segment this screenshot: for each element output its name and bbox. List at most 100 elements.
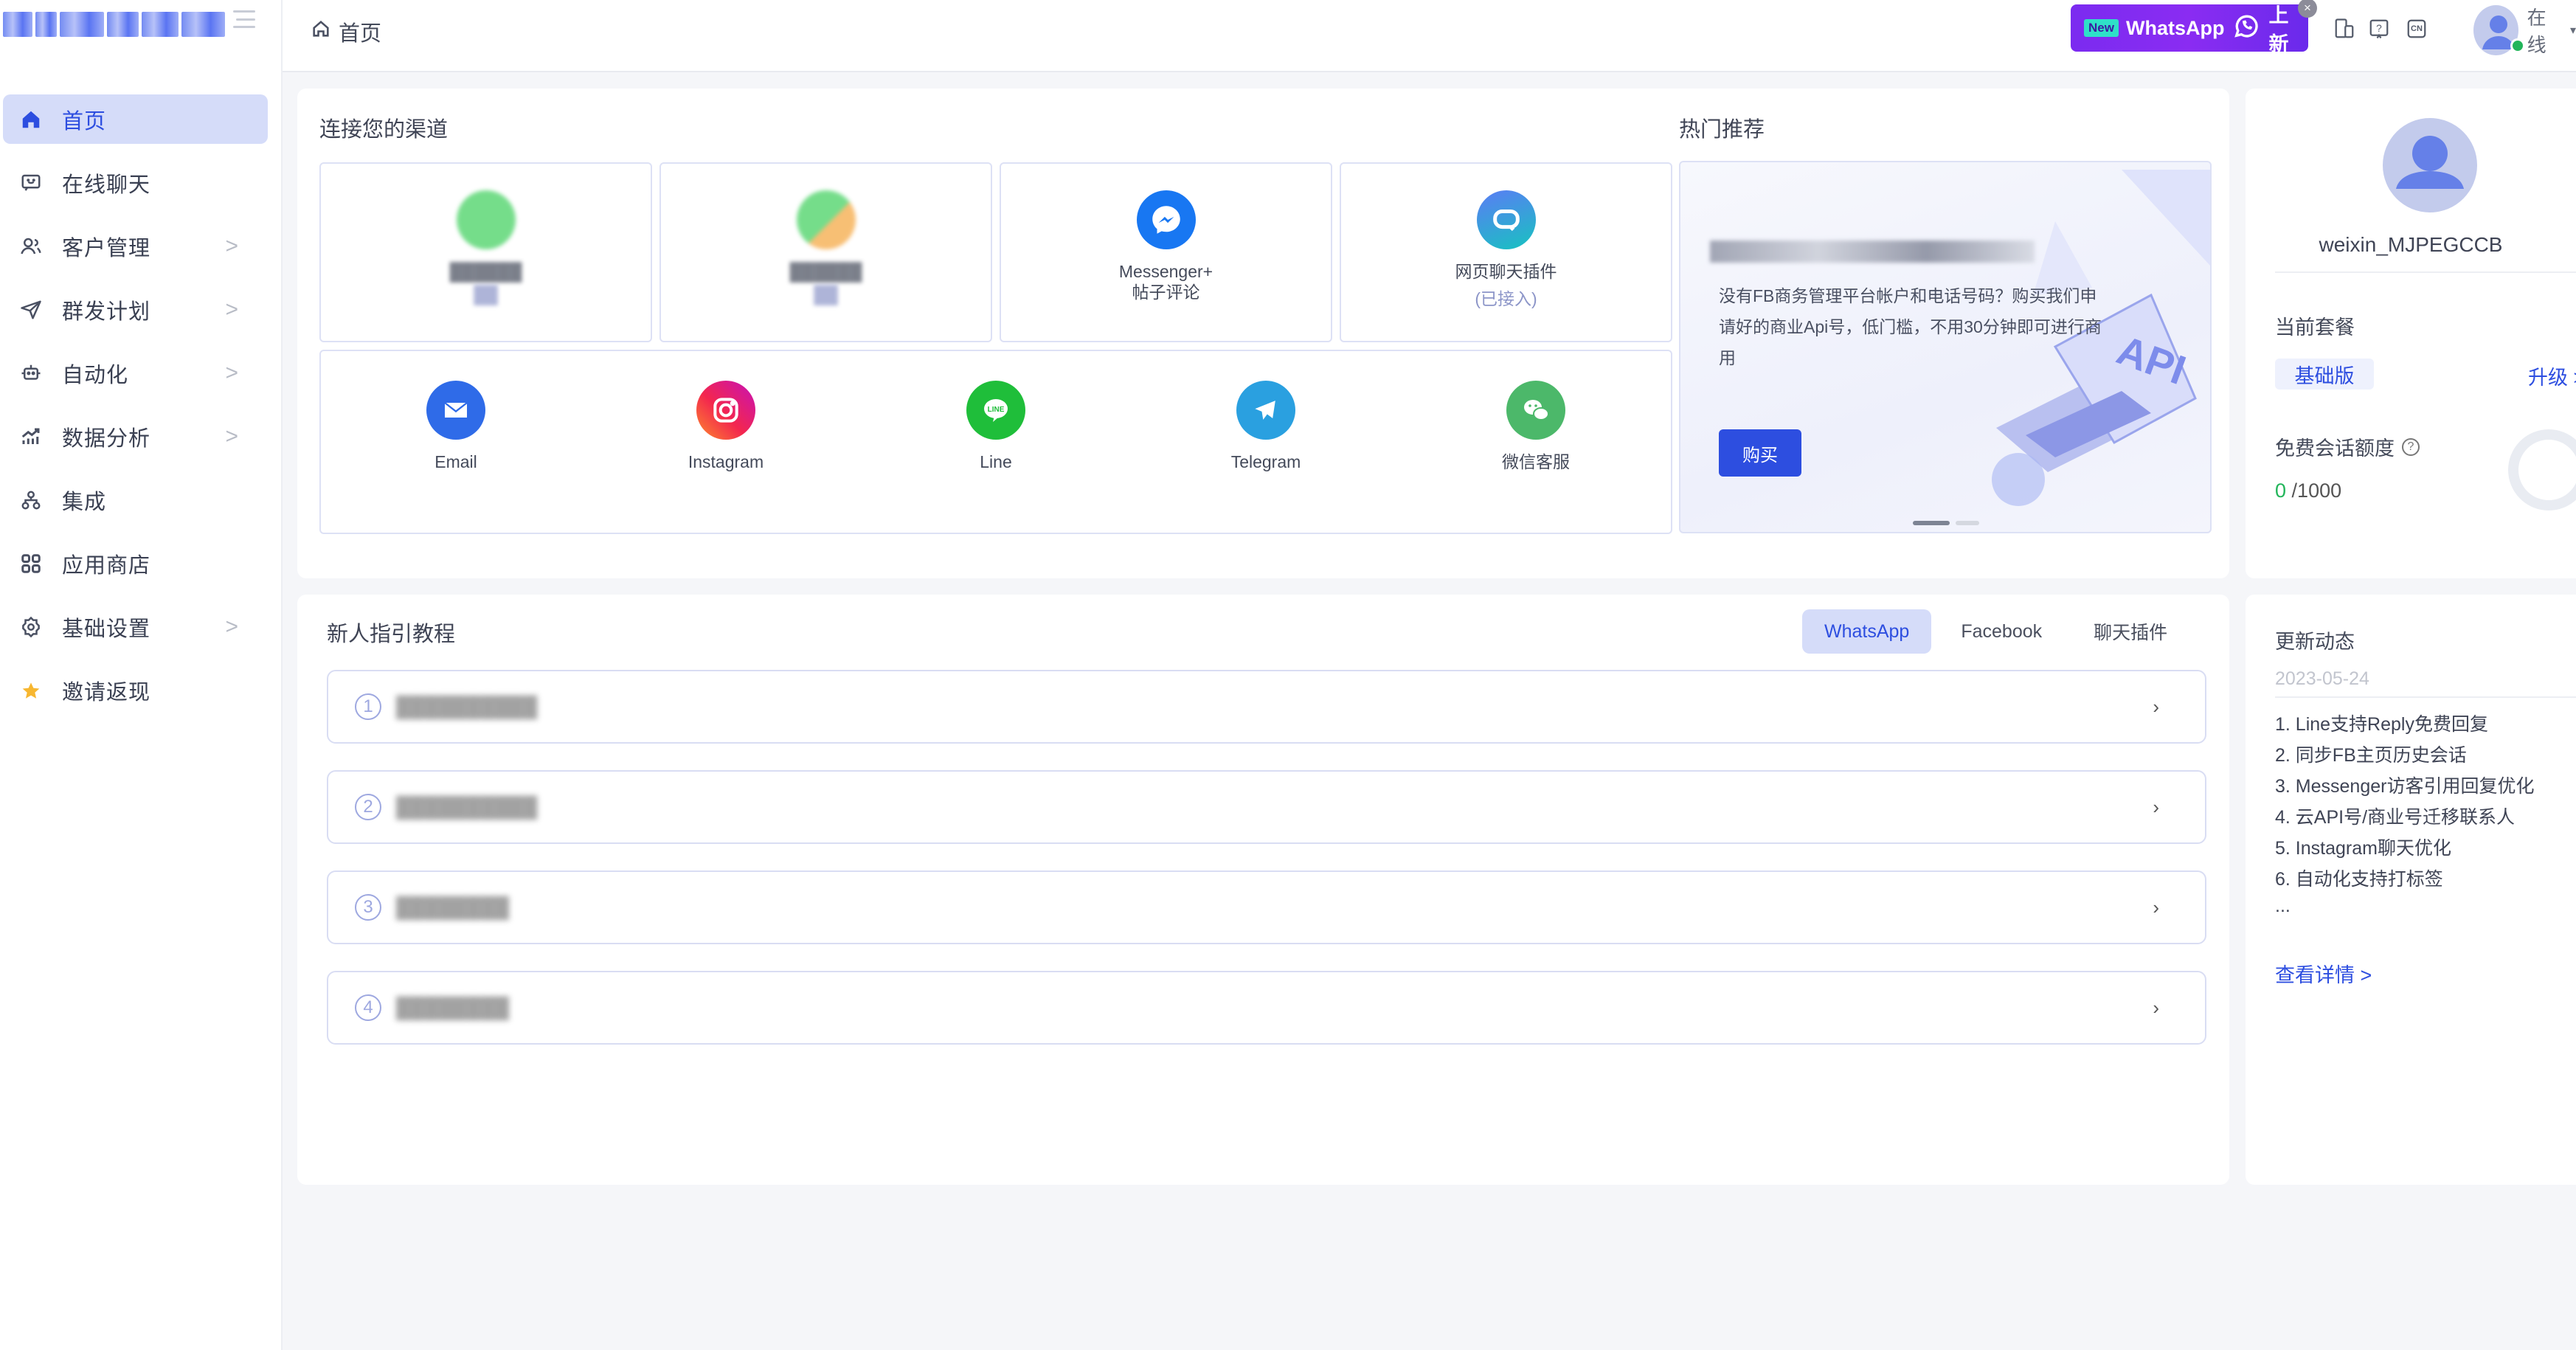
- channel-instagram[interactable]: Instagram: [652, 381, 800, 472]
- channel-connected-status: (已接入): [1475, 289, 1537, 308]
- step-number: 1: [355, 693, 381, 720]
- channel-card-whatsapp-business[interactable]: ██████ ██: [659, 162, 992, 342]
- tutorial-step[interactable]: 4 ████████ ›: [327, 971, 2206, 1045]
- channel-email[interactable]: Email: [382, 381, 530, 472]
- instagram-icon: [696, 381, 755, 440]
- step-number: 4: [355, 994, 381, 1021]
- profile-panel: weixin_MJPEGCCB 当前套餐 基础版 升级 > 免费会话额度 ? 0…: [2246, 89, 2576, 578]
- step-title: ██████████: [396, 695, 538, 718]
- plan-badge: 基础版: [2275, 359, 2374, 390]
- sidebar-item-label: 数据分析: [62, 426, 151, 451]
- tab-chat-plugin[interactable]: 聊天插件: [2071, 609, 2189, 654]
- help-icon[interactable]: ?: [2366, 16, 2392, 41]
- brand-logo[interactable]: [0, 6, 225, 43]
- chevron-right-icon: >: [225, 423, 238, 449]
- quota-used: 0: [2275, 480, 2287, 502]
- whatsapp-promo-banner[interactable]: New WhatsApp 上新 ×: [2071, 0, 2317, 55]
- sidebar-item-customers[interactable]: 客户管理 >: [3, 221, 268, 271]
- changelog-list: 1. Line支持Reply免费回复 2. 同步FB主页历史会话 3. Mess…: [2275, 709, 2534, 917]
- top-bar: 首页 New WhatsApp 上新 × ? CN 在线 ▾: [283, 0, 2576, 72]
- changelog-item: 3. Messenger访客引用回复优化: [2275, 776, 2535, 797]
- sidebar-item-label: 客户管理: [62, 236, 151, 260]
- channel-wechat[interactable]: 微信客服: [1462, 381, 1610, 472]
- chevron-right-icon: ›: [2153, 996, 2159, 1019]
- robot-icon: [19, 361, 43, 385]
- tab-whatsapp[interactable]: WhatsApp: [1802, 609, 1932, 654]
- user-menu[interactable]: 在线 ▾: [2473, 3, 2576, 58]
- sidebar-item-broadcast[interactable]: 群发计划 >: [3, 285, 268, 334]
- banner-headline: [1710, 240, 2035, 263]
- home-outline-icon: [311, 18, 331, 45]
- updates-title: 更新动态: [2275, 631, 2355, 653]
- whatsapp-icon: [2232, 11, 2261, 46]
- language-icon[interactable]: CN: [2404, 16, 2429, 41]
- help-circle-icon[interactable]: ?: [2402, 437, 2420, 456]
- recommend-title: 热门推荐: [1679, 118, 1765, 142]
- svg-text:?: ?: [2376, 23, 2382, 34]
- quota-label: 免费会话额度 ?: [2275, 432, 2420, 461]
- tab-facebook[interactable]: Facebook: [1939, 609, 2064, 654]
- updates-date: 2023-05-24: [2275, 668, 2369, 689]
- upgrade-link[interactable]: 升级 >: [2528, 361, 2576, 390]
- step-title: ██████████: [396, 795, 538, 818]
- carousel-dot-active[interactable]: [1913, 521, 1950, 525]
- chevron-right-icon: ›: [2153, 795, 2159, 818]
- sidebar-item-integration[interactable]: 集成: [3, 475, 268, 525]
- whatsapp-business-icon: [796, 190, 856, 249]
- tutorial-step[interactable]: 2 ██████████ ›: [327, 770, 2206, 844]
- chevron-right-icon: >: [225, 360, 238, 385]
- step-title: ████████: [396, 996, 510, 1019]
- close-icon[interactable]: ×: [2298, 0, 2317, 18]
- step-number: 3: [355, 894, 381, 921]
- changelog-item: 1. Line支持Reply免费回复: [2275, 714, 2488, 735]
- channel-card-whatsapp[interactable]: ██████ ██: [319, 162, 652, 342]
- collapse-menu-icon[interactable]: [233, 10, 255, 28]
- whatsapp-icon: [456, 190, 516, 249]
- step-title: ████████: [396, 896, 510, 918]
- channel-line[interactable]: LINE Line: [922, 381, 1070, 472]
- divider: [2275, 271, 2576, 273]
- device-icon[interactable]: [2332, 16, 2357, 41]
- tutorial-title: 新人指引教程: [327, 623, 456, 646]
- apps-icon: [19, 552, 43, 575]
- sidebar-nav: 首页 在线聊天 客户管理 > 群发计划 > 自动化 > 数据分析 > 集成 应用…: [0, 94, 283, 729]
- sidebar-item-label: 在线聊天: [62, 173, 151, 197]
- sidebar-item-label: 应用商店: [62, 553, 151, 578]
- users-icon: [19, 235, 43, 258]
- changelog-item: 4. 云API号/商业号迁移联系人: [2275, 807, 2516, 828]
- sidebar-item-label: 集成: [62, 490, 107, 514]
- view-details-link[interactable]: 查看详情 >: [2275, 959, 2372, 988]
- carousel-dot[interactable]: [1956, 521, 1979, 525]
- sidebar-item-label: 邀请返现: [62, 680, 151, 705]
- status-label: 在线: [2527, 7, 2546, 56]
- breadcrumb-current: 首页: [339, 22, 382, 46]
- buy-button[interactable]: 购买: [1719, 429, 1801, 477]
- quota-value: 0 /1000: [2275, 480, 2341, 502]
- svg-text:LINE: LINE: [988, 406, 1005, 414]
- wechat-icon: [1506, 381, 1565, 440]
- channel-label: 网页聊天插件: [1455, 262, 1557, 281]
- tutorial-step[interactable]: 3 ████████ ›: [327, 870, 2206, 944]
- chevron-right-icon: ›: [2153, 695, 2159, 718]
- sidebar-item-label: 群发计划: [62, 300, 151, 324]
- changelog-item: 6. 自动化支持打标签: [2275, 869, 2443, 890]
- channel-telegram[interactable]: Telegram: [1192, 381, 1340, 472]
- breadcrumb[interactable]: 首页: [311, 16, 381, 47]
- channel-card-messenger[interactable]: Messenger+ 帖子评论: [1000, 162, 1332, 342]
- sidebar-item-app-store[interactable]: 应用商店: [3, 539, 268, 588]
- gear-icon: [19, 615, 43, 639]
- tutorial-step[interactable]: 1 ██████████ ›: [327, 670, 2206, 744]
- chevron-right-icon: >: [225, 297, 238, 322]
- sidebar-item-automation[interactable]: 自动化 >: [3, 348, 268, 398]
- channels-title: 连接您的渠道: [319, 118, 449, 142]
- sidebar-item-settings[interactable]: 基础设置 >: [3, 602, 268, 651]
- channel-card-webchat[interactable]: 网页聊天插件 (已接入): [1340, 162, 1672, 342]
- sidebar-item-home[interactable]: 首页: [3, 94, 268, 144]
- sidebar-item-referral[interactable]: 邀请返现: [3, 665, 268, 715]
- sidebar-item-analytics[interactable]: 数据分析 >: [3, 412, 268, 461]
- step-number: 2: [355, 794, 381, 820]
- promo-text: WhatsApp: [2125, 16, 2225, 39]
- sidebar-item-live-chat[interactable]: 在线聊天: [3, 158, 268, 207]
- recommend-carousel[interactable]: API 没有FB商务管理平台帐户和电话号码？购买我们申请好的商业Api号，低门槛…: [1679, 161, 2212, 533]
- profile-avatar[interactable]: [2383, 118, 2477, 212]
